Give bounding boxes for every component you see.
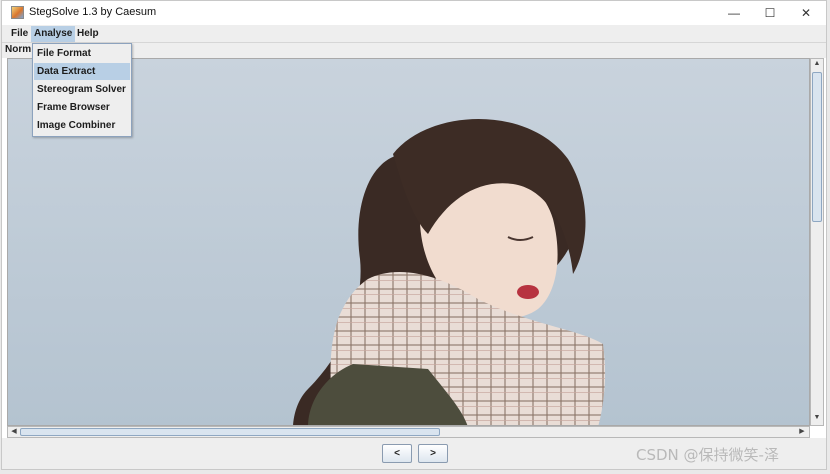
menu-help[interactable]: Help [74,26,102,42]
menu-item-file-format[interactable]: File Format [34,45,130,62]
horizontal-scroll-thumb[interactable] [20,428,440,436]
menu-analyse[interactable]: Analyse [31,26,76,42]
scroll-up-icon[interactable]: ▲ [812,59,822,69]
app-icon [11,6,24,19]
next-button[interactable]: > [418,444,448,463]
minimize-button[interactable]: — [716,1,752,25]
horizontal-scrollbar[interactable]: ◀ ▶ [7,426,810,438]
menu-item-image-combiner[interactable]: Image Combiner [34,117,130,134]
title-bar: StegSolve 1.3 by Caesum — ☐ ✕ [2,1,826,25]
vertical-scrollbar[interactable]: ▲ ▼ [810,58,824,426]
maximize-button[interactable]: ☐ [752,1,788,25]
window-title: StegSolve 1.3 by Caesum [29,6,157,18]
menu-item-frame-browser[interactable]: Frame Browser [34,99,130,116]
menu-item-data-extract[interactable]: Data Extract [34,63,130,80]
vertical-scroll-thumb[interactable] [812,72,822,222]
scroll-left-icon[interactable]: ◀ [9,427,19,437]
menu-file[interactable]: File [8,26,31,42]
watermark-text: CSDN @保持微笑-泽 [636,446,779,464]
menu-bar: File Analyse Help [2,25,826,43]
scroll-right-icon[interactable]: ▶ [797,427,807,437]
close-button[interactable]: ✕ [788,1,824,25]
app-window: StegSolve 1.3 by Caesum — ☐ ✕ File Analy… [1,0,827,470]
analyse-dropdown-menu: File Format Data Extract Stereogram Solv… [32,43,132,137]
mode-label: Norm [5,44,32,55]
menu-item-stereogram-solver[interactable]: Stereogram Solver [34,81,130,98]
scroll-down-icon[interactable]: ▼ [812,413,822,423]
previous-button[interactable]: < [382,444,412,463]
